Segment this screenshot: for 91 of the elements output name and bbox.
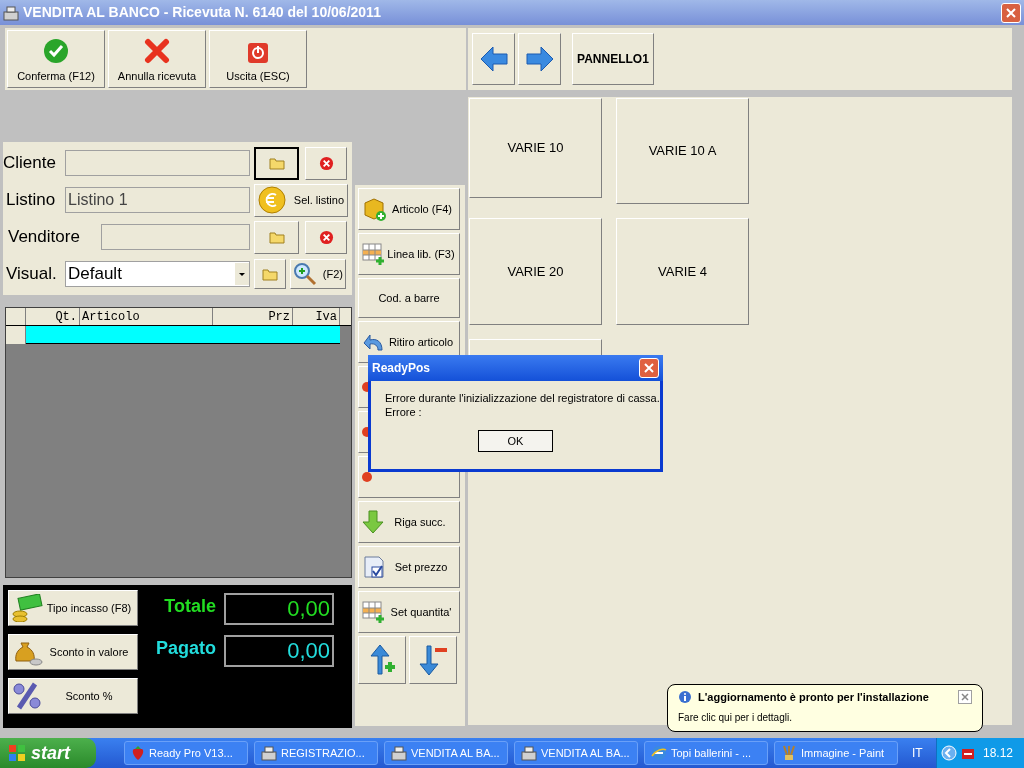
- amount-display: 0,00: [224, 635, 334, 667]
- taskbar-item[interactable]: VENDITA AL BA...: [384, 741, 508, 765]
- payment-button[interactable]: Sconto in valore: [8, 634, 138, 670]
- dot-icon: [362, 472, 372, 482]
- total-label: Totale: [163, 595, 216, 618]
- move-down-button[interactable]: [409, 636, 457, 684]
- close-button[interactable]: [958, 690, 972, 705]
- clear-icon: [318, 229, 334, 245]
- clock: 18.12: [983, 745, 1014, 762]
- field-label: Cliente: [3, 152, 57, 175]
- clear-button[interactable]: [305, 220, 347, 254]
- browse-button[interactable]: [254, 146, 299, 180]
- move-up-button[interactable]: [358, 636, 406, 684]
- notification-balloon[interactable]: L'aggiornamento è pronto per l'installazione Fare clic qui per i dettagli.: [667, 684, 983, 732]
- toolbar-button[interactable]: Conferma (F12): [7, 30, 105, 88]
- product-tile[interactable]: VARIE 4: [616, 218, 749, 325]
- field-label: Venditore: [7, 226, 81, 249]
- clear-button[interactable]: [305, 146, 347, 180]
- field-label: Visual.: [5, 263, 58, 286]
- price-list-button[interactable]: Sel. listino: [254, 183, 348, 217]
- box-add-icon: [362, 196, 388, 222]
- down-arrow-minus-icon: [417, 644, 449, 676]
- close-icon: [1006, 7, 1016, 18]
- grid-add-icon: [362, 600, 386, 624]
- folder-icon: [268, 156, 285, 170]
- language-indicator[interactable]: IT: [912, 744, 923, 762]
- folder-icon: [262, 267, 278, 281]
- input-field[interactable]: [65, 150, 250, 176]
- taskbar-item[interactable]: Topi ballerini - ...: [644, 741, 768, 765]
- strawberry-icon: [131, 745, 145, 761]
- chevron-left-icon[interactable]: [941, 745, 957, 761]
- paintbrush-icon: [781, 745, 797, 761]
- taskbar-item[interactable]: REGISTRAZIO...: [254, 741, 378, 765]
- left-arrow-icon: [479, 46, 508, 72]
- row-header[interactable]: [6, 326, 26, 344]
- percent-icon: [11, 682, 43, 710]
- column-header[interactable]: Qt.: [26, 308, 80, 325]
- info-icon: [678, 690, 692, 705]
- power-icon: [247, 41, 269, 64]
- action-button[interactable]: Set quantita': [358, 591, 460, 633]
- cross-icon: [144, 37, 170, 64]
- column-header[interactable]: Iva: [293, 308, 340, 325]
- search-button[interactable]: (F2): [290, 259, 346, 289]
- action-button[interactable]: Set prezzo: [358, 546, 460, 588]
- previous-button[interactable]: [472, 33, 515, 85]
- column-header[interactable]: Prz: [213, 308, 293, 325]
- taskbar-item[interactable]: Immagine - Paint: [774, 741, 898, 765]
- next-button[interactable]: [518, 33, 561, 85]
- amount-display: 0,00: [224, 593, 334, 625]
- euro-coin-icon: [258, 186, 286, 214]
- checkmark-icon: [43, 37, 69, 64]
- toolbar-button[interactable]: Uscita (ESC): [209, 30, 307, 88]
- document-check-icon: [362, 554, 386, 580]
- payment-button[interactable]: Tipo incasso (F8): [8, 590, 138, 626]
- input-field[interactable]: Listino 1: [65, 187, 250, 213]
- close-icon: [961, 693, 969, 702]
- ok-button[interactable]: OK: [478, 430, 553, 452]
- start-button[interactable]: start: [0, 738, 96, 768]
- input-field[interactable]: [101, 224, 250, 250]
- notification-text: Fare clic qui per i dettagli.: [678, 710, 793, 725]
- field-label: Listino: [5, 189, 57, 212]
- folder-icon: [268, 230, 285, 244]
- payment-button[interactable]: Sconto %: [8, 678, 138, 714]
- product-tile[interactable]: VARIE 20: [469, 218, 602, 325]
- action-button[interactable]: Riga succ.: [358, 501, 460, 543]
- notification-title: L'aggiornamento è pronto per l'installazione: [698, 690, 929, 705]
- search-icon: [293, 262, 317, 286]
- dialog-title: ReadyPos: [372, 360, 431, 377]
- product-tile[interactable]: VARIE 10: [469, 98, 602, 198]
- grid-add-icon: [362, 242, 386, 266]
- action-button[interactable]: Articolo (F4): [358, 188, 460, 230]
- action-button[interactable]: Linea lib. (F3): [358, 233, 460, 275]
- windows-logo-icon: [8, 744, 26, 762]
- close-icon: [644, 363, 654, 373]
- window-title: VENDITA AL BANCO - Ricevuta N. 6140 del 10/06/2011: [23, 3, 381, 22]
- cash-icon: [11, 594, 43, 622]
- selected-row[interactable]: [26, 326, 340, 344]
- error-message: Errore durante l'inizializzazione del registratore di cassa.: [385, 391, 660, 405]
- view-dropdown[interactable]: Default: [65, 261, 250, 287]
- right-arrow-icon: [525, 46, 554, 72]
- toolbar-button[interactable]: Annulla ricevuta: [108, 30, 206, 88]
- taskbar-item[interactable]: VENDITA AL BA...: [514, 741, 638, 765]
- error-message: Errore :: [385, 405, 423, 419]
- total-label: Pagato: [155, 637, 216, 660]
- panel-button[interactable]: PANNELLO1: [572, 33, 654, 85]
- clear-icon: [318, 155, 334, 171]
- product-tile[interactable]: VARIE 10 A: [616, 98, 749, 204]
- column-header[interactable]: Articolo: [80, 308, 213, 325]
- down-arrow-icon: [362, 510, 384, 534]
- taskbar-item[interactable]: Ready Pro V13...: [124, 741, 248, 765]
- action-button[interactable]: Cod. a barre: [358, 278, 460, 318]
